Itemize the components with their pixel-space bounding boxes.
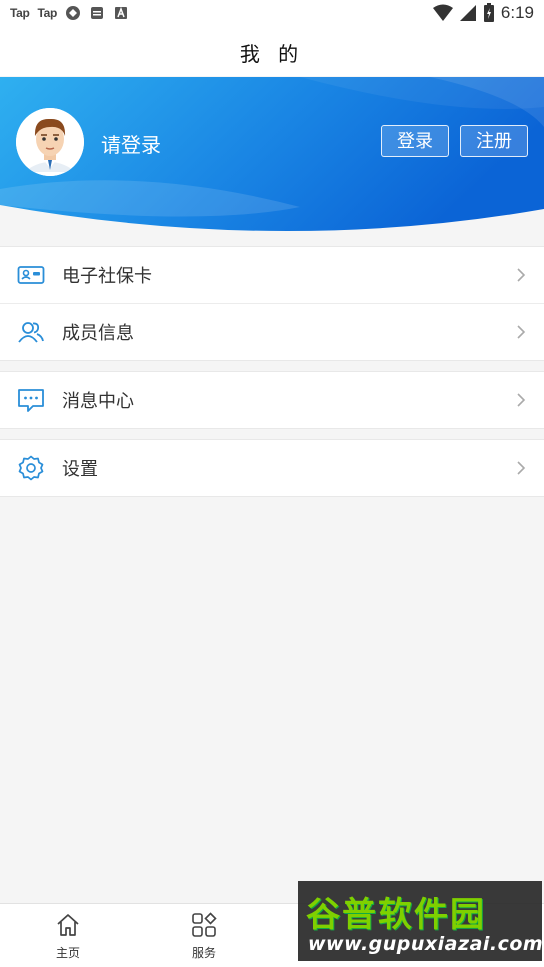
battery-icon <box>483 3 494 22</box>
home-icon <box>57 914 79 936</box>
menu-label: 成员信息 <box>62 323 134 344</box>
cell-signal-icon <box>459 5 476 21</box>
profile-banner: 请登录 登录 注册 <box>0 77 544 237</box>
social-security-card-icon <box>17 266 45 284</box>
menu-item-member-info[interactable]: 成员信息 <box>0 303 544 360</box>
menu-group-messages: 消息中心 <box>0 371 544 429</box>
sync-icon <box>66 6 81 20</box>
wifi-icon <box>432 4 453 21</box>
nav-label: 主页 <box>55 946 80 960</box>
menu-item-message-center[interactable]: 消息中心 <box>0 372 544 428</box>
taptap-notification-icon-2: Tap <box>37 6 58 20</box>
menu-label: 消息中心 <box>62 391 134 412</box>
clock: 6:19 <box>500 3 534 22</box>
login-prompt[interactable]: 请登录 <box>101 129 161 158</box>
menu-label: 电子社保卡 <box>62 266 152 287</box>
menu-group-account: 电子社保卡 成员信息 <box>0 246 544 361</box>
font-app-icon <box>115 6 128 19</box>
message-icon <box>18 389 44 412</box>
chevron-right-icon <box>517 393 526 407</box>
watermark-url: www.gupuxiazai.com <box>308 933 544 955</box>
menu-item-social-security-card[interactable]: 电子社保卡 <box>0 247 544 303</box>
default-avatar-icon <box>16 108 84 176</box>
members-icon <box>18 322 44 343</box>
avatar[interactable] <box>16 108 84 176</box>
register-button[interactable]: 注册 <box>460 125 528 157</box>
taptap-notification-icon: Tap <box>10 6 30 20</box>
watermark: 谷普软件园 www.gupuxiazai.com <box>298 881 544 961</box>
nav-item-services[interactable]: 服务 <box>159 904 249 967</box>
page-title: 我 的 <box>239 41 305 66</box>
menu-item-settings[interactable]: 设置 <box>0 440 544 496</box>
menu-group-settings: 设置 <box>0 439 544 497</box>
inbox-icon <box>91 7 104 19</box>
title-bar: 我 的 <box>0 28 544 76</box>
nav-item-home[interactable]: 主页 <box>23 904 113 967</box>
status-bar: Tap Tap 6:19 <box>0 0 544 28</box>
watermark-title: 谷普软件园 <box>306 895 486 935</box>
chevron-right-icon <box>517 268 526 282</box>
chevron-right-icon <box>517 325 526 339</box>
services-icon <box>192 912 217 937</box>
login-button[interactable]: 登录 <box>381 125 449 157</box>
menu-label: 设置 <box>62 459 98 480</box>
nav-label: 服务 <box>191 946 216 960</box>
chevron-right-icon <box>517 461 526 475</box>
banner-background <box>0 77 544 237</box>
settings-icon <box>18 455 44 481</box>
